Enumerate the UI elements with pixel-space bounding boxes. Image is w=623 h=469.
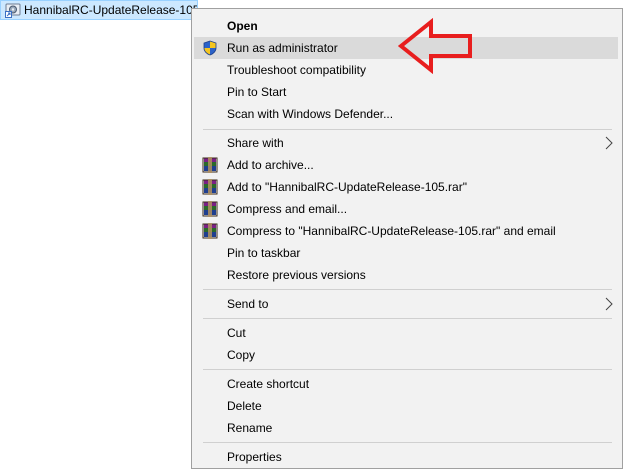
menu-item-label: Share with [227,136,284,150]
menu-item-label: Properties [227,450,282,464]
menu-item-label: Add to archive... [227,158,314,172]
menu-item-cut[interactable]: Cut [194,322,618,344]
menu-item-label: Delete [227,399,262,413]
menu-item-pin-to-start[interactable]: Pin to Start [194,81,618,103]
menu-item-label: Open [227,19,258,33]
menu-item-label: Restore previous versions [227,268,366,282]
menu-item-create-shortcut[interactable]: Create shortcut [194,373,618,395]
menu-item-restore-previous-versions[interactable]: Restore previous versions [194,264,618,286]
selected-file-item[interactable]: HannibalRC-UpdateRelease-105 [0,0,198,20]
menu-item-pin-to-taskbar[interactable]: Pin to taskbar [194,242,618,264]
menu-item-properties[interactable]: Properties [194,446,618,468]
menu-item-add-to-archive[interactable]: Add to archive... [194,154,618,176]
menu-item-label: Copy [227,348,256,362]
menu-item-copy[interactable]: Copy [194,344,618,366]
file-name: HannibalRC-UpdateRelease-105 [24,3,198,17]
menu-item-send-to[interactable]: Send to [194,293,618,315]
menu-item-label: Cut [227,326,246,340]
menu-item-rename[interactable]: Rename [194,417,618,439]
menu-item-label: Compress and email... [227,202,348,216]
menu-separator [203,369,612,370]
menu-separator [203,289,612,290]
menu-item-label: Troubleshoot compatibility [227,63,366,77]
winrar-icon [202,157,218,173]
winrar-icon [202,201,218,217]
menu-separator [203,442,612,443]
context-menu: Open Run as administrator Troubleshoot c… [191,8,623,469]
menu-item-delete[interactable]: Delete [194,395,618,417]
red-arrow-pointing-left [398,18,472,74]
menu-item-label: Send to [227,297,269,311]
menu-item-compress-and-email[interactable]: Compress and email... [194,198,618,220]
menu-item-scan-with-defender[interactable]: Scan with Windows Defender... [194,103,618,125]
chevron-right-icon [605,136,613,150]
menu-item-label: Run as administrator [227,41,338,55]
winrar-icon [202,223,218,239]
chevron-right-icon [605,297,613,311]
menu-separator [203,318,612,319]
menu-item-label: Create shortcut [227,377,310,391]
menu-item-label: Rename [227,421,273,435]
shortcut-app-icon [5,3,21,18]
menu-item-label: Compress to "HannibalRC-UpdateRelease-10… [227,224,556,238]
menu-item-label: Scan with Windows Defender... [227,107,394,121]
winrar-icon [202,179,218,195]
uac-shield-icon [203,40,217,56]
menu-separator [203,129,612,130]
menu-item-compress-to-rar-and-email[interactable]: Compress to "HannibalRC-UpdateRelease-10… [194,220,618,242]
menu-item-label: Add to "HannibalRC-UpdateRelease-105.rar… [227,180,467,194]
menu-item-label: Pin to taskbar [227,246,301,260]
menu-item-label: Pin to Start [227,85,287,99]
menu-item-add-to-rar[interactable]: Add to "HannibalRC-UpdateRelease-105.rar… [194,176,618,198]
menu-item-share-with[interactable]: Share with [194,132,618,154]
